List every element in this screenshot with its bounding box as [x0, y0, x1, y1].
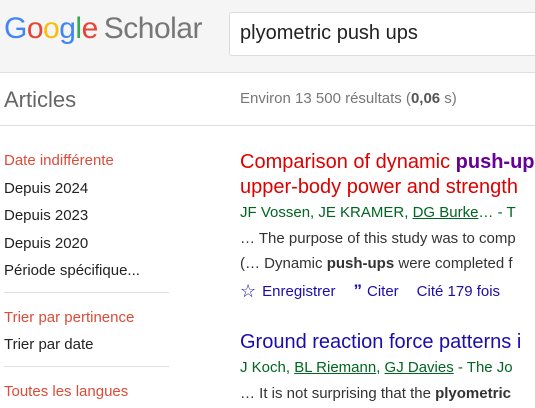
results-list: Comparison of dynamic push-up upper-body …	[240, 150, 535, 406]
result-authors: JF Vossen, JE KRAMER, DG Burke… - T	[240, 204, 535, 226]
author-separator: ,	[376, 359, 384, 376]
google-scholar-logo[interactable]: GoogleScholar	[4, 12, 202, 46]
cite-button[interactable]: ” Citer	[354, 281, 399, 301]
author-names: J Koch,	[240, 359, 294, 376]
sidebar-item-all-languages[interactable]: Toutes les langues	[0, 381, 170, 408]
cited-by-link[interactable]: Cité 179 fois	[417, 283, 500, 300]
author-names: JF Vossen, JE KRAMER,	[240, 204, 413, 221]
sidebar-item-since-2023[interactable]: Depuis 2023	[0, 205, 170, 233]
snippet-highlight: push-ups	[327, 255, 395, 272]
results-count-suffix: s)	[440, 90, 457, 107]
sidebar-divider	[4, 366, 169, 367]
cite-label: Citer	[367, 283, 399, 300]
author-link[interactable]: BL Riemann	[294, 359, 376, 376]
logo-letter: G	[4, 12, 27, 45]
logo-product-name: Scholar	[104, 12, 202, 45]
source-info: … - T	[478, 204, 515, 221]
sidebar-item-since-2020[interactable]: Depuis 2020	[0, 233, 170, 261]
snippet-highlight: plyometric	[435, 385, 511, 402]
logo-letter: e	[82, 12, 98, 45]
snippet-text: were completed f	[394, 255, 512, 272]
save-button[interactable]: ☆ Enregistrer	[240, 281, 336, 302]
logo-letter: o	[27, 12, 43, 45]
search-box[interactable]	[229, 12, 535, 56]
quote-icon: ”	[354, 281, 362, 301]
save-label: Enregistrer	[262, 283, 335, 300]
result-title-text: Comparison of dynamic	[240, 151, 456, 173]
snippet-text: … The purpose of this study was to comp	[240, 230, 516, 247]
logo-letter: g	[59, 12, 75, 45]
search-input[interactable]	[240, 22, 535, 45]
sidebar: Date indifférente Depuis 2024 Depuis 202…	[0, 150, 170, 408]
result-actions: ☆ Enregistrer ” Citer Cité 179 fois	[240, 278, 535, 304]
source-info: - The Jo	[454, 359, 513, 376]
result-item: Comparison of dynamic push-up upper-body …	[240, 150, 535, 304]
result-title-link[interactable]: Ground reaction force patterns i	[240, 330, 535, 355]
section-label[interactable]: Articles	[4, 87, 76, 113]
result-title-link[interactable]: Comparison of dynamic push-up upper-body …	[240, 150, 535, 200]
result-item: Ground reaction force patterns i J Koch,…	[240, 330, 535, 406]
sidebar-item-sort-date[interactable]: Trier par date	[0, 334, 170, 362]
result-title-text: upper-body power and strength	[240, 176, 518, 198]
result-authors: J Koch, BL Riemann, GJ Davies - The Jo	[240, 359, 535, 381]
author-link[interactable]: GJ Davies	[385, 359, 454, 376]
header-bar: GoogleScholar	[0, 0, 535, 73]
sidebar-item-custom-range[interactable]: Période spécifique...	[0, 260, 170, 288]
snippet-text: … It is not surprising that the	[240, 385, 435, 402]
results-subbar: Articles Environ 13 500 résultats (0,06 …	[0, 73, 535, 126]
star-icon: ☆	[240, 281, 256, 302]
results-time: 0,06	[411, 90, 440, 107]
sidebar-item-since-2024[interactable]: Depuis 2024	[0, 178, 170, 206]
results-count-prefix: Environ 13 500 résultats (	[240, 90, 411, 107]
sidebar-item-any-date[interactable]: Date indifférente	[0, 150, 170, 178]
sidebar-item-sort-relevance[interactable]: Trier par pertinence	[0, 307, 170, 335]
result-snippet: … It is not surprising that the plyometr…	[240, 381, 535, 406]
logo-letter: o	[43, 12, 59, 45]
sidebar-divider	[4, 292, 169, 293]
result-snippet: … The purpose of this study was to comp (…	[240, 226, 535, 276]
result-title-highlight: push-up	[456, 151, 535, 173]
snippet-text: (… Dynamic	[240, 255, 327, 272]
author-link[interactable]: DG Burke	[413, 204, 479, 221]
results-count: Environ 13 500 résultats (0,06 s)	[240, 90, 457, 107]
